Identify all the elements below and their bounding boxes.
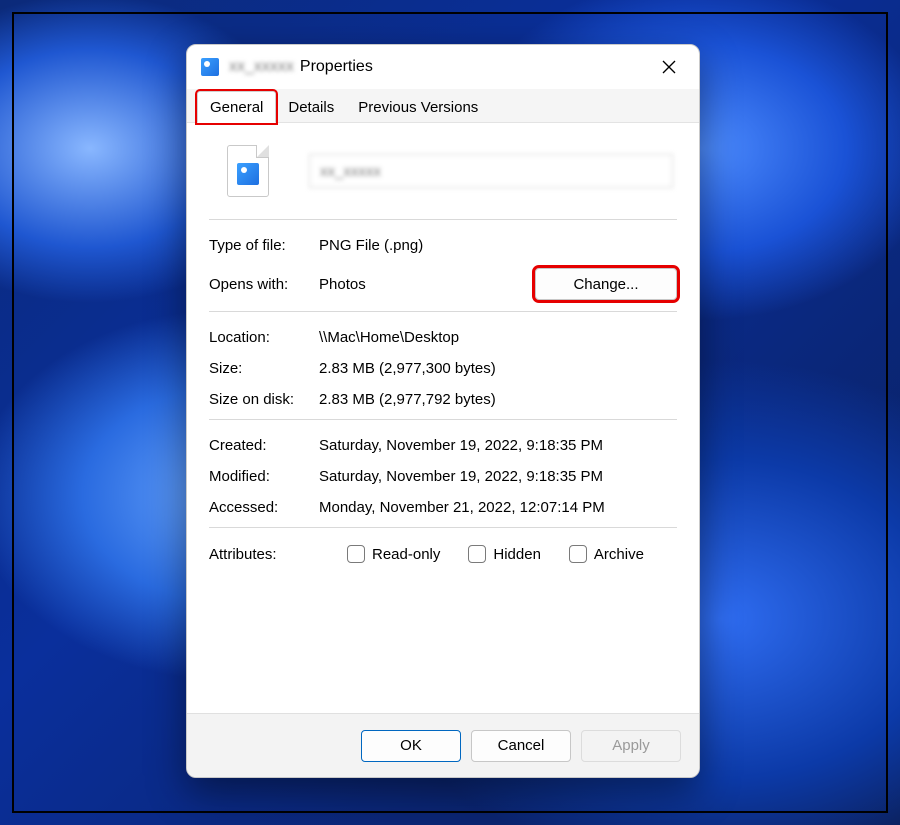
row-size-on-disk: Size on disk: 2.83 MB (2,977,792 bytes)	[209, 384, 677, 415]
accessed-value: Monday, November 21, 2022, 12:07:14 PM	[319, 499, 677, 516]
ok-button[interactable]: OK	[361, 730, 461, 762]
tab-content: xx_xxxxx Type of file: PNG File (.png) O…	[187, 123, 699, 713]
hidden-checkbox[interactable]	[468, 545, 486, 563]
row-attributes: Attributes: Read-only Hidden Archive	[209, 538, 677, 570]
title-filename: xx_xxxxx	[229, 58, 294, 76]
image-glyph-icon	[237, 163, 259, 185]
size-on-disk-value: 2.83 MB (2,977,792 bytes)	[319, 391, 677, 408]
file-header: xx_xxxxx	[209, 137, 677, 215]
modified-label: Modified:	[209, 468, 319, 485]
hidden-checkbox-wrap[interactable]: Hidden	[468, 545, 541, 563]
row-accessed: Accessed: Monday, November 21, 2022, 12:…	[209, 492, 677, 523]
archive-checkbox[interactable]	[569, 545, 587, 563]
archive-label: Archive	[594, 546, 644, 563]
type-value: PNG File (.png)	[319, 237, 677, 254]
file-large-icon	[227, 145, 269, 197]
hidden-label: Hidden	[493, 546, 541, 563]
divider	[209, 419, 677, 420]
type-label: Type of file:	[209, 237, 319, 254]
attributes-label: Attributes:	[209, 546, 319, 563]
location-label: Location:	[209, 329, 319, 346]
filename-input[interactable]: xx_xxxxx	[309, 154, 673, 188]
row-opens-with: Opens with: Photos Change...	[209, 261, 677, 307]
created-value: Saturday, November 19, 2022, 9:18:35 PM	[319, 437, 677, 454]
size-value: 2.83 MB (2,977,300 bytes)	[319, 360, 677, 377]
properties-dialog: xx_xxxxx Properties General Details Prev…	[186, 44, 700, 778]
row-location: Location: \\Mac\Home\Desktop	[209, 322, 677, 353]
divider	[209, 527, 677, 528]
row-modified: Modified: Saturday, November 19, 2022, 9…	[209, 461, 677, 492]
readonly-checkbox[interactable]	[347, 545, 365, 563]
row-size: Size: 2.83 MB (2,977,300 bytes)	[209, 353, 677, 384]
dialog-footer: OK Cancel Apply	[187, 713, 699, 777]
tab-details[interactable]: Details	[276, 92, 346, 122]
location-value: \\Mac\Home\Desktop	[319, 329, 677, 346]
window-title: Properties	[300, 58, 373, 76]
titlebar[interactable]: xx_xxxxx Properties	[187, 45, 699, 89]
close-icon	[662, 60, 676, 74]
close-button[interactable]	[647, 49, 691, 85]
divider	[209, 219, 677, 220]
opens-with-value: Photos	[319, 276, 535, 293]
archive-checkbox-wrap[interactable]: Archive	[569, 545, 644, 563]
readonly-label: Read-only	[372, 546, 440, 563]
tab-general[interactable]: General	[197, 91, 276, 123]
cancel-button[interactable]: Cancel	[471, 730, 571, 762]
file-type-icon	[201, 58, 219, 76]
tab-strip: General Details Previous Versions	[187, 89, 699, 123]
row-created: Created: Saturday, November 19, 2022, 9:…	[209, 430, 677, 461]
accessed-label: Accessed:	[209, 499, 319, 516]
tab-previous-versions[interactable]: Previous Versions	[346, 92, 490, 122]
readonly-checkbox-wrap[interactable]: Read-only	[347, 545, 440, 563]
apply-button[interactable]: Apply	[581, 730, 681, 762]
size-on-disk-label: Size on disk:	[209, 391, 319, 408]
size-label: Size:	[209, 360, 319, 377]
row-type: Type of file: PNG File (.png)	[209, 230, 677, 261]
created-label: Created:	[209, 437, 319, 454]
opens-with-label: Opens with:	[209, 276, 319, 293]
modified-value: Saturday, November 19, 2022, 9:18:35 PM	[319, 468, 677, 485]
divider	[209, 311, 677, 312]
change-button[interactable]: Change...	[535, 268, 677, 300]
